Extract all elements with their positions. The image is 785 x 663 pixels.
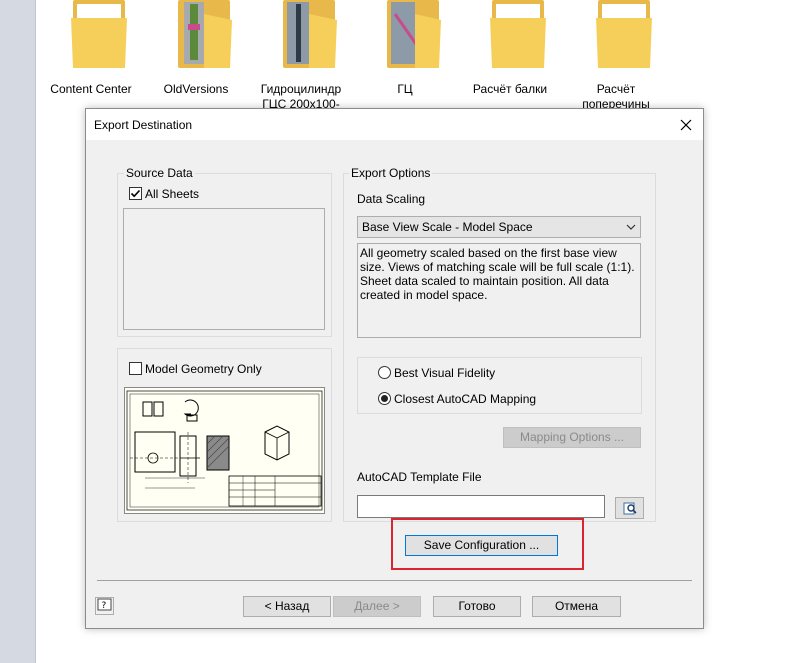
folder-gc[interactable]: ГЦ	[355, 0, 455, 115]
data-scaling-value: Base View Scale - Model Space	[362, 220, 533, 234]
close-icon	[680, 119, 692, 130]
drawing-preview	[124, 387, 325, 514]
checkmark-icon	[130, 189, 141, 198]
closest-autocad-mapping-label: Closest AutoCAD Mapping	[394, 392, 537, 406]
scaling-description: All geometry scaled based on the first b…	[357, 243, 641, 338]
next-button[interactable]: Далее >	[333, 596, 421, 617]
chevron-down-icon	[626, 224, 636, 230]
folder-label: ГЦ	[397, 82, 413, 96]
dialog-title: Export Destination	[94, 118, 193, 132]
cancel-button[interactable]: Отмена	[532, 596, 621, 617]
drawing-thumbnail	[126, 390, 323, 511]
model-geometry-label: Model Geometry Only	[145, 362, 262, 376]
close-button[interactable]	[669, 109, 703, 140]
model-geometry-checkbox[interactable]	[129, 362, 142, 375]
data-scaling-label: Data Scaling	[357, 192, 426, 206]
folder-icon	[283, 0, 337, 68]
source-data-legend: Source Data	[124, 166, 195, 180]
folder-label: Content Center	[50, 82, 132, 96]
folder-raschet-balki[interactable]: Расчёт балки	[460, 0, 560, 115]
footer-separator	[97, 580, 692, 581]
closest-autocad-mapping-radio[interactable]	[378, 392, 391, 405]
export-options-legend: Export Options	[349, 166, 433, 180]
all-sheets-label: All Sheets	[145, 187, 200, 201]
folder-label: OldVersions	[163, 82, 229, 96]
folder-gidrocilindr[interactable]: Гидроцилиндр ГЦС 200x100-05...	[251, 0, 351, 126]
best-visual-fidelity-radio[interactable]	[378, 366, 391, 379]
folder-icon	[71, 0, 127, 68]
folder-icon	[387, 0, 441, 68]
browse-icon	[623, 502, 637, 515]
sheet-list[interactable]	[123, 208, 325, 330]
folder-oldversions[interactable]: OldVersions	[146, 0, 246, 115]
template-file-input[interactable]	[357, 495, 605, 518]
template-file-label: AutoCAD Template File	[357, 470, 482, 484]
help-icon: ?	[97, 598, 112, 611]
folder-raschet-poperechiny[interactable]: Расчёт поперечины	[566, 0, 666, 115]
all-sheets-checkbox[interactable]	[129, 187, 142, 200]
folder-icon	[490, 0, 546, 68]
browse-template-button[interactable]	[615, 497, 644, 519]
folder-icon	[178, 0, 232, 68]
folder-icon	[596, 0, 652, 68]
help-button[interactable]: ?	[95, 597, 114, 615]
data-scaling-select[interactable]: Base View Scale - Model Space	[357, 216, 641, 238]
highlight-box	[391, 518, 584, 570]
folder-label: Расчёт балки	[472, 82, 548, 96]
dialog-titlebar: Export Destination	[86, 109, 703, 140]
sidebar-strip	[0, 0, 36, 663]
mapping-options-button[interactable]: Mapping Options ...	[503, 427, 641, 448]
back-button[interactable]: < Назад	[243, 596, 331, 617]
best-visual-fidelity-label: Best Visual Fidelity	[394, 366, 496, 380]
folder-content-center[interactable]: Content Center	[41, 0, 141, 115]
finish-button[interactable]: Готово	[433, 596, 521, 617]
svg-text:?: ?	[102, 601, 107, 611]
